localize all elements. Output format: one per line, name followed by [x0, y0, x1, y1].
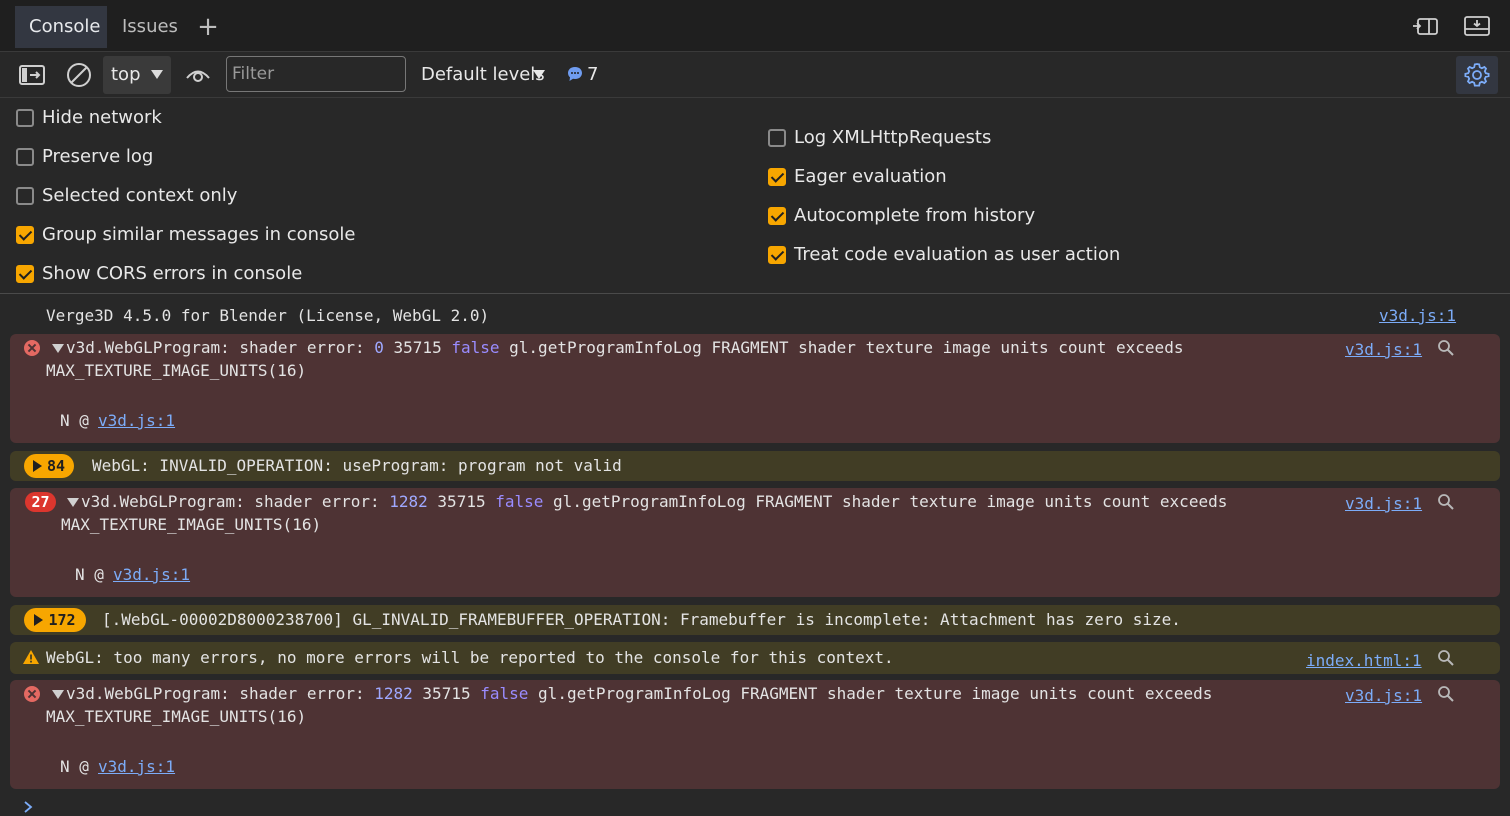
default-levels-dropdown[interactable]: Default levels [421, 61, 545, 89]
expand-triangle-icon[interactable] [67, 498, 79, 507]
console-message-error: v3d.WebGLProgram: shader error: 0 35715 … [10, 334, 1500, 443]
error-icon [24, 340, 40, 356]
repeat-count-badge[interactable]: 27 [25, 492, 56, 512]
message-text: WebGL: INVALID_OPERATION: useProgram: pr… [92, 456, 622, 475]
console-message-error: v3d.WebGLProgram: shader error: 1282 357… [10, 680, 1500, 789]
console-settings-panel: Hide network Preserve log Selected conte… [0, 98, 1510, 294]
repeat-count-badge[interactable]: 172 [24, 608, 86, 632]
dock-icon[interactable] [1412, 14, 1440, 38]
chevron-right-icon[interactable] [22, 800, 34, 814]
message-text: [.WebGL-00002D8000238700] GL_INVALID_FRA… [102, 610, 1181, 629]
message-text-line2: MAX_TEXTURE_IMAGE_UNITS(16) [46, 361, 307, 380]
message-text: WebGL: too many errors, no more errors w… [46, 648, 894, 667]
stack-link[interactable]: v3d.js:1 [98, 755, 175, 778]
search-icon[interactable] [1437, 685, 1455, 703]
console-message-warning: 172 [.WebGL-00002D8000238700] GL_INVALID… [10, 605, 1500, 635]
gear-icon [1464, 63, 1490, 87]
undock-icon[interactable] [1463, 14, 1491, 38]
toggle-sidebar-icon[interactable] [18, 61, 46, 89]
treat-code-eval-checkbox[interactable] [768, 246, 786, 264]
console-settings-button[interactable] [1456, 56, 1498, 94]
show-cors-errors-checkbox[interactable] [16, 265, 34, 283]
stack-link[interactable]: v3d.js:1 [98, 409, 175, 432]
stack-function: N @ [60, 757, 89, 776]
stack-function: N @ [60, 411, 89, 430]
message-text: v3d.WebGLProgram: shader error: 1282 357… [66, 684, 1213, 703]
message-count[interactable]: 7 [587, 61, 598, 89]
eye-icon[interactable] [184, 61, 212, 89]
warning-icon [23, 650, 39, 664]
source-link[interactable]: index.html:1 [1306, 649, 1422, 672]
console-message-info: Verge3D 4.5.0 for Blender (License, WebG… [10, 301, 1500, 329]
message-text: Verge3D 4.5.0 for Blender (License, WebG… [46, 306, 490, 325]
stack-function: N @ [75, 565, 104, 584]
add-tab-button[interactable]: + [195, 10, 221, 52]
console-message-warning: 84 WebGL: INVALID_OPERATION: useProgram:… [10, 451, 1500, 481]
search-icon[interactable] [1437, 649, 1455, 667]
group-similar-checkbox[interactable] [16, 226, 34, 244]
message-bubble-icon [568, 67, 582, 81]
selected-context-only-checkbox[interactable] [16, 187, 34, 205]
console-messages: Verge3D 4.5.0 for Blender (License, WebG… [0, 295, 1510, 816]
search-icon[interactable] [1437, 493, 1455, 511]
tab-issues[interactable]: Issues [108, 6, 192, 48]
console-message-error: 27 v3d.WebGLProgram: shader error: 1282 … [10, 488, 1500, 597]
preserve-log-checkbox[interactable] [16, 148, 34, 166]
context-selector[interactable]: top [103, 56, 171, 94]
expand-triangle-icon[interactable] [52, 344, 64, 353]
tab-console[interactable]: Console [15, 6, 107, 48]
repeat-count-badge[interactable]: 84 [24, 454, 74, 478]
stack-link[interactable]: v3d.js:1 [113, 563, 190, 586]
eager-evaluation-checkbox[interactable] [768, 168, 786, 186]
console-message-warning: WebGL: too many errors, no more errors w… [10, 642, 1500, 674]
message-text: v3d.WebGLProgram: shader error: 1282 357… [81, 492, 1228, 511]
autocomplete-history-checkbox[interactable] [768, 207, 786, 225]
chevron-down-icon [533, 70, 545, 79]
context-label: top [111, 64, 141, 85]
chevron-down-icon [151, 70, 163, 79]
hide-network-checkbox[interactable] [16, 109, 34, 127]
message-text-line2: MAX_TEXTURE_IMAGE_UNITS(16) [61, 515, 322, 534]
drawer-tab-bar: Console Issues + [0, 0, 1510, 52]
source-link[interactable]: v3d.js:1 [1345, 684, 1422, 707]
console-toolbar: top Default levels 7 [0, 52, 1510, 98]
message-text-line2: MAX_TEXTURE_IMAGE_UNITS(16) [46, 707, 307, 726]
expand-triangle-icon[interactable] [52, 690, 64, 699]
message-text: v3d.WebGLProgram: shader error: 0 35715 … [66, 338, 1184, 357]
source-link[interactable]: v3d.js:1 [1345, 492, 1422, 515]
error-icon [24, 686, 40, 702]
filter-input[interactable] [226, 56, 406, 92]
log-xhr-checkbox[interactable] [768, 129, 786, 147]
clear-console-icon[interactable] [65, 61, 93, 89]
source-link[interactable]: v3d.js:1 [1345, 338, 1422, 361]
search-icon[interactable] [1437, 339, 1455, 357]
source-link[interactable]: v3d.js:1 [1379, 304, 1456, 327]
